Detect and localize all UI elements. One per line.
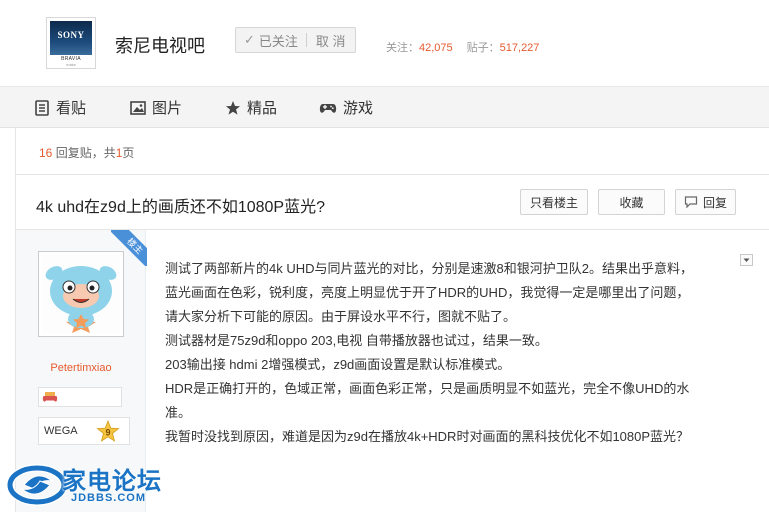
nav-label: 看贴 bbox=[56, 100, 87, 117]
star-icon bbox=[226, 100, 240, 115]
post-line: 测试了两部新片的4k UHD与同片蓝光的对比，分别是速激8和银河护卫队2。结果出… bbox=[165, 261, 693, 276]
reply-label: 回复 bbox=[702, 195, 727, 210]
cartoon-avatar-icon bbox=[42, 255, 120, 333]
followed-button[interactable]: ✓ 已关注 bbox=[236, 28, 306, 52]
nav-item-posts[interactable]: 看贴 bbox=[34, 97, 86, 118]
member-badge[interactable]: WEGA 9 bbox=[38, 417, 130, 445]
forum-logo[interactable]: SONY BRAVIA make bbox=[46, 17, 96, 69]
watermark-text: 家电论坛 bbox=[62, 468, 162, 495]
nav-label: 游戏 bbox=[343, 100, 374, 117]
nav-item-featured[interactable]: 精品 bbox=[225, 97, 277, 118]
post-line: 蓝光画面在色彩，锐利度，亮度上明显优于开了HDR的UHD，我觉得一定是哪里出了问… bbox=[165, 285, 690, 300]
unfollow-button[interactable]: 取 消 bbox=[307, 28, 355, 52]
post-line: 我暂时没找到原因，难道是因为z9d在播放4k+HDR时对画面的黑科技优化不如10… bbox=[165, 429, 690, 444]
badge-level: 9 bbox=[105, 428, 110, 438]
level-badge-icon bbox=[42, 392, 58, 402]
comment-icon bbox=[684, 196, 698, 208]
post-line: 请大家分析下可能的原因。由于屏设水平不行，图就不贴了。 bbox=[165, 309, 517, 324]
level-star-icon: 9 bbox=[96, 420, 120, 442]
post-stat-label: 贴子： bbox=[466, 42, 500, 54]
follow-stat-label: 关注： bbox=[386, 42, 419, 54]
follow-group: ✓ 已关注 取 消 bbox=[235, 27, 356, 53]
document-icon bbox=[35, 99, 49, 116]
page-suffix: 页 bbox=[122, 146, 135, 160]
only-op-button[interactable]: 只看楼主 bbox=[520, 189, 588, 215]
reply-summary: 16 回复贴，共1页 bbox=[39, 144, 134, 161]
logo-brand: SONY bbox=[57, 30, 85, 40]
badge-name: WEGA bbox=[44, 425, 78, 437]
author-name[interactable]: Petertimxiao bbox=[16, 362, 146, 374]
reply-count: 16 bbox=[39, 146, 53, 160]
nav-label: 图片 bbox=[152, 100, 183, 117]
reply-info-bar: 16 回复贴，共1页 bbox=[15, 128, 769, 174]
follow-count: 42,075 bbox=[419, 42, 453, 54]
logo-image: SONY bbox=[50, 21, 92, 55]
thread-title-bar: 4k uhd在z9d上的画质还不如1080P蓝光? 只看楼主 收藏 回复 bbox=[15, 174, 769, 230]
post-content: 测试了两部新片的4k UHD与同片蓝光的对比，分别是速激8和银河护卫队2。结果出… bbox=[165, 257, 745, 449]
forum-stats: 关注：42,075 贴子：517,227 bbox=[386, 39, 539, 55]
image-icon bbox=[130, 100, 146, 115]
thread-title: 4k uhd在z9d上的画质还不如1080P蓝光? bbox=[36, 199, 326, 216]
reply-suffix: 回复贴，共 bbox=[52, 146, 116, 160]
post-line: 203输出接 hdmi 2增强模式，z9d画面设置是默认标准模式。 bbox=[165, 357, 511, 372]
forum-header: SONY BRAVIA make 索尼电视吧 ✓ 已关注 取 消 关注：42,0… bbox=[0, 0, 769, 86]
post-count: 517,227 bbox=[499, 42, 540, 54]
gamepad-icon bbox=[319, 103, 337, 113]
watermark-domain: JDBBS.COM bbox=[71, 492, 147, 504]
check-icon: ✓ bbox=[244, 32, 255, 47]
post-line: 准。 bbox=[165, 405, 192, 420]
avatar[interactable] bbox=[38, 251, 124, 337]
forum-title[interactable]: 索尼电视吧 bbox=[115, 32, 205, 58]
post-line: HDR是正确打开的，色域正常，画面色彩正常，只是画质明显不如蓝光，完全不像UHD… bbox=[165, 381, 690, 396]
nav-item-games[interactable]: 游戏 bbox=[319, 97, 373, 118]
user-level-bar bbox=[38, 387, 122, 407]
followed-label: 已关注 bbox=[258, 33, 298, 49]
favorite-button[interactable]: 收藏 bbox=[598, 189, 665, 215]
logo-sub: make bbox=[66, 62, 76, 67]
forum-nav: 看贴 图片 精品 游戏 bbox=[0, 86, 769, 128]
nav-label: 精品 bbox=[247, 100, 278, 117]
reply-button[interactable]: 回复 bbox=[675, 189, 736, 215]
watermark-logo-icon bbox=[6, 464, 68, 506]
site-watermark: 家电论坛 JDBBS.COM bbox=[0, 456, 200, 512]
post-line: 测试器材是75z9d和oppo 203,电视 自带播放器也试过，结果一致。 bbox=[165, 333, 548, 348]
nav-item-images[interactable]: 图片 bbox=[130, 97, 182, 118]
